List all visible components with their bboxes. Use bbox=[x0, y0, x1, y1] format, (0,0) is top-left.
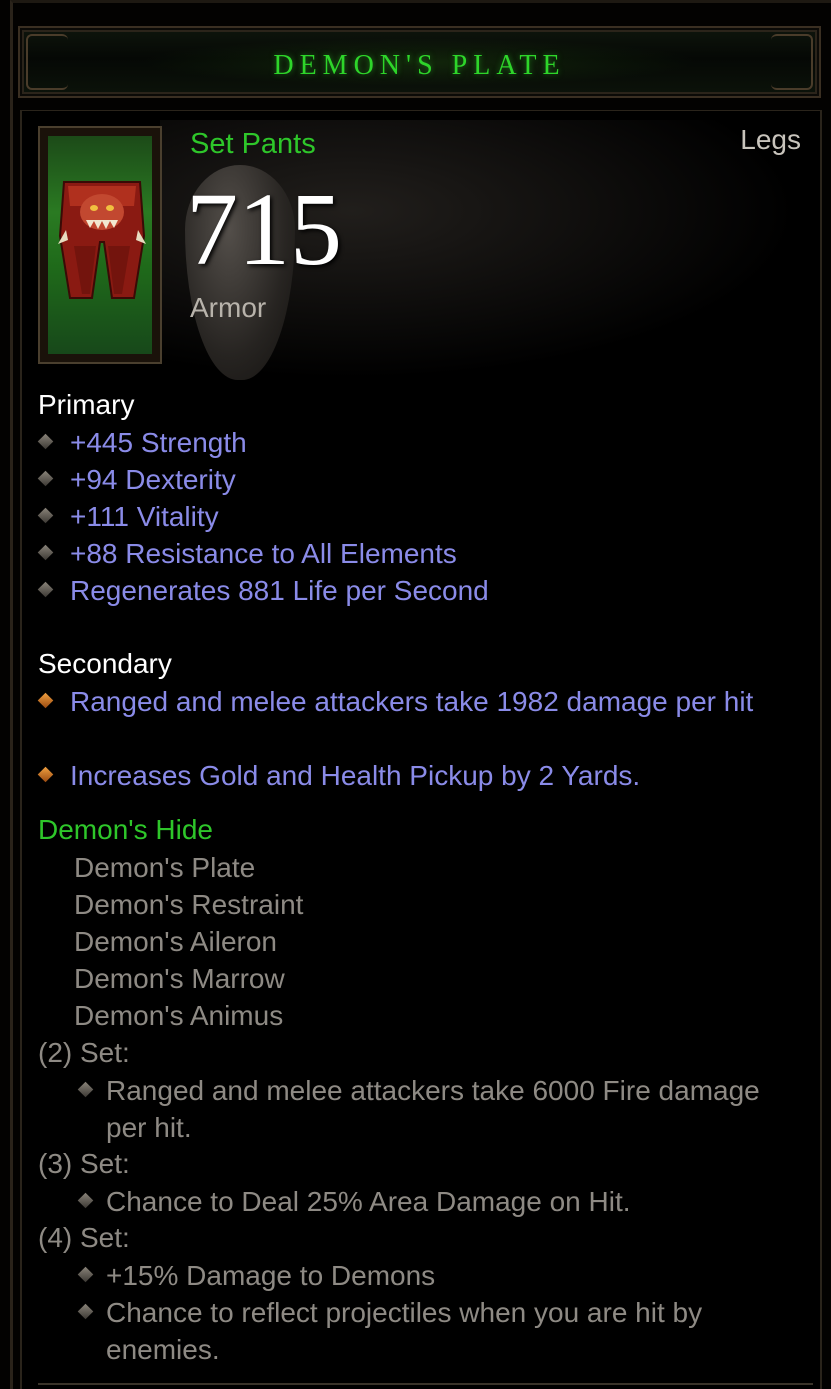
primary-prop: +88 Resistance to All Elements bbox=[70, 538, 457, 569]
set-piece: Demon's Animus bbox=[74, 1000, 284, 1031]
armor-label: Armor bbox=[190, 292, 267, 323]
set-piece: Demon's Restraint bbox=[74, 889, 304, 920]
item-slot: Legs bbox=[740, 124, 801, 155]
set-bonus-label: (3) Set: bbox=[38, 1148, 130, 1179]
primary-prop: +94 Dexterity bbox=[70, 464, 236, 495]
set-piece: Demon's Aileron bbox=[74, 926, 277, 957]
bottom-divider bbox=[38, 1383, 813, 1385]
title-bar: Demon's Plate bbox=[18, 26, 821, 98]
primary-prop: +445 Strength bbox=[70, 427, 247, 458]
set-bonus-effect: +15% Damage to Demons bbox=[106, 1260, 436, 1291]
item-type: Set Pants bbox=[190, 128, 316, 160]
item-title: Demon's Plate bbox=[273, 50, 566, 81]
item-icon-frame bbox=[38, 126, 162, 364]
armor-value: 715 bbox=[186, 172, 342, 287]
set-piece: Demon's Marrow bbox=[74, 963, 285, 994]
item-tooltip: Demon's Plate Set Pants Legs 715 Armor P… bbox=[0, 0, 831, 1389]
set-bonus-effect: Chance to Deal 25% Area Damage on Hit. bbox=[106, 1186, 631, 1217]
secondary-prop: Increases Gold and Health Pickup by 2 Ya… bbox=[70, 760, 641, 791]
set-piece: Demon's Plate bbox=[74, 852, 256, 883]
primary-prop: +111 Vitality bbox=[70, 501, 219, 532]
set-name: Demon's Hide bbox=[38, 814, 213, 845]
demon-pants-icon bbox=[48, 136, 152, 354]
set-bonus-effect: Chance to reflect projectiles when you a… bbox=[106, 1297, 703, 1365]
set-bonus-label: (4) Set: bbox=[38, 1222, 130, 1253]
secondary-label: Secondary bbox=[38, 648, 172, 679]
primary-prop: Regenerates 881 Life per Second bbox=[70, 575, 489, 606]
set-bonus-effect: Ranged and melee attackers take 6000 Fir… bbox=[106, 1075, 760, 1143]
secondary-prop: Ranged and melee attackers take 1982 dam… bbox=[70, 686, 754, 717]
set-bonus-label: (2) Set: bbox=[38, 1037, 130, 1068]
pants-graphic bbox=[58, 181, 146, 299]
primary-label: Primary bbox=[38, 389, 135, 420]
